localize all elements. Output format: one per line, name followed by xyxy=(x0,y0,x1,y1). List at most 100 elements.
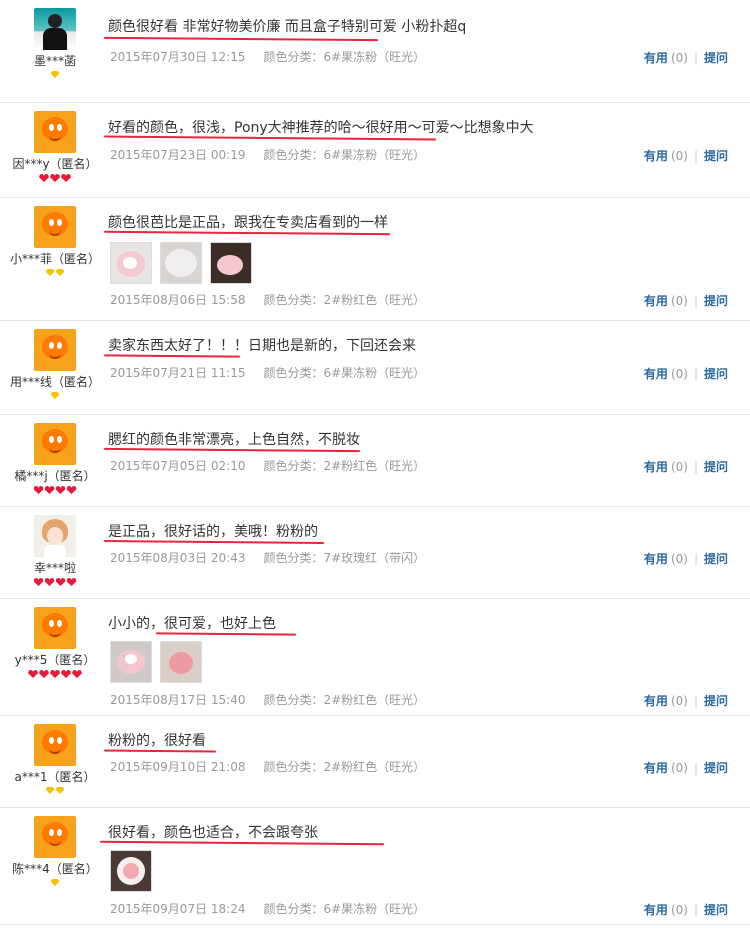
heart-icon xyxy=(39,670,49,678)
diamond-icon xyxy=(50,879,60,886)
review-photo[interactable] xyxy=(160,242,202,284)
highlight-underline xyxy=(103,354,241,358)
useful-count: (0) xyxy=(670,149,688,163)
highlight-underline xyxy=(103,749,217,753)
review-date: 2015年08月06日 15:58 xyxy=(110,293,246,307)
divider: | xyxy=(693,694,698,708)
heart-icon xyxy=(28,670,38,678)
avatar[interactable] xyxy=(34,111,76,153)
username[interactable]: 幸***啦 xyxy=(0,559,110,576)
review-photo[interactable] xyxy=(110,641,152,683)
heart-icon xyxy=(61,670,71,678)
heart-icon xyxy=(66,486,77,494)
avatar[interactable] xyxy=(34,8,76,50)
review-item: 幸***啦 是正品，很好话的，美哦！粉粉的 2015年08月03日 20:43 颜… xyxy=(0,507,750,599)
reviewer: 墨***菡 xyxy=(0,8,110,81)
ask-button[interactable]: 提问 xyxy=(704,903,728,917)
ask-button[interactable]: 提问 xyxy=(704,294,728,308)
sku-info: 颜色分类：6#果冻粉（旺光） xyxy=(263,366,426,380)
heart-icon xyxy=(55,578,66,586)
reviewer: y***5（匿名） xyxy=(0,607,110,680)
diamond-icon xyxy=(45,787,55,794)
review-photo[interactable] xyxy=(210,242,252,284)
sku-info: 颜色分类：6#果冻粉（旺光） xyxy=(263,902,426,916)
reviewer: 陈***4（匿名） xyxy=(0,816,110,889)
ask-button[interactable]: 提问 xyxy=(704,761,728,775)
reviewer: 橘***j（匿名） xyxy=(0,423,110,496)
credit-badges xyxy=(0,578,110,588)
username[interactable]: 因***y（匿名） xyxy=(0,155,110,172)
useful-count: (0) xyxy=(670,294,688,308)
useful-button[interactable]: 有用 xyxy=(644,903,668,917)
diamond-icon xyxy=(50,392,60,399)
divider: | xyxy=(693,903,698,917)
review-photo[interactable] xyxy=(110,850,152,892)
credit-badges xyxy=(0,174,110,184)
useful-button[interactable]: 有用 xyxy=(644,761,668,775)
avatar[interactable] xyxy=(34,206,76,248)
divider: | xyxy=(693,51,698,65)
ask-button[interactable]: 提问 xyxy=(704,367,728,381)
review-text: 卖家东西太好了！！！日期也是新的，下回还会来 xyxy=(108,338,416,354)
username[interactable]: 陈***4（匿名） xyxy=(0,860,110,877)
username[interactable]: a***1（匿名） xyxy=(0,768,110,785)
heart-icon xyxy=(50,670,60,678)
review-list: 墨***菡 颜色很好看 非常好物美价廉 而且盒子特别可爱 小粉扑超q 2015年… xyxy=(0,0,750,925)
ask-button[interactable]: 提问 xyxy=(704,149,728,163)
ask-button[interactable]: 提问 xyxy=(704,460,728,474)
divider: | xyxy=(693,761,698,775)
review-item: 橘***j（匿名） 腮红的颜色非常漂亮，上色自然，不脱妆 2015年07月05日… xyxy=(0,415,750,507)
username[interactable]: 墨***菡 xyxy=(0,52,110,69)
useful-count: (0) xyxy=(670,694,688,708)
ask-button[interactable]: 提问 xyxy=(704,51,728,65)
review-photo[interactable] xyxy=(110,242,152,284)
avatar[interactable] xyxy=(34,816,76,858)
avatar[interactable] xyxy=(34,724,76,766)
heart-icon xyxy=(72,670,82,678)
username[interactable]: y***5（匿名） xyxy=(0,651,110,668)
useful-count: (0) xyxy=(670,51,688,65)
avatar[interactable] xyxy=(34,607,76,649)
review-date: 2015年09月10日 21:08 xyxy=(110,760,246,774)
highlight-underline xyxy=(155,632,297,636)
useful-button[interactable]: 有用 xyxy=(644,694,668,708)
ask-button[interactable]: 提问 xyxy=(704,694,728,708)
useful-button[interactable]: 有用 xyxy=(644,294,668,308)
sku-info: 颜色分类：2#粉红色（旺光） xyxy=(263,293,426,307)
heart-icon xyxy=(39,174,49,182)
credit-badges xyxy=(0,71,110,81)
sku-info: 颜色分类：7#玫瑰红（带闪） xyxy=(263,551,426,565)
heart-icon xyxy=(55,486,66,494)
review-date: 2015年07月05日 02:10 xyxy=(110,459,246,473)
review-photo[interactable] xyxy=(160,641,202,683)
username[interactable]: 小***菲（匿名） xyxy=(0,250,110,267)
divider: | xyxy=(693,149,698,163)
review-item: a***1（匿名） 粉粉的，很好看 2015年09月10日 21:08 颜色分类：… xyxy=(0,716,750,808)
avatar[interactable] xyxy=(34,423,76,465)
credit-badges xyxy=(0,486,110,496)
useful-button[interactable]: 有用 xyxy=(644,460,668,474)
useful-count: (0) xyxy=(670,460,688,474)
useful-button[interactable]: 有用 xyxy=(644,51,668,65)
useful-count: (0) xyxy=(670,367,688,381)
diamond-icon xyxy=(45,269,55,276)
useful-count: (0) xyxy=(670,552,688,566)
avatar[interactable] xyxy=(34,329,76,371)
review-date: 2015年08月03日 20:43 xyxy=(110,551,246,565)
username[interactable]: 橘***j（匿名） xyxy=(0,467,110,484)
credit-badges xyxy=(0,670,110,680)
review-text: 是正品，很好话的，美哦！粉粉的 xyxy=(108,524,318,540)
ask-button[interactable]: 提问 xyxy=(704,552,728,566)
useful-count: (0) xyxy=(670,903,688,917)
username[interactable]: 用***线（匿名） xyxy=(0,373,110,390)
review-date: 2015年07月21日 11:15 xyxy=(110,366,246,380)
useful-button[interactable]: 有用 xyxy=(644,149,668,163)
avatar[interactable] xyxy=(34,515,76,557)
useful-button[interactable]: 有用 xyxy=(644,367,668,381)
review-photos xyxy=(110,242,252,284)
useful-count: (0) xyxy=(670,761,688,775)
review-item: 用***线（匿名） 卖家东西太好了！！！日期也是新的，下回还会来 2015年07… xyxy=(0,321,750,415)
sku-info: 颜色分类：6#果冻粉（旺光） xyxy=(263,50,426,64)
useful-button[interactable]: 有用 xyxy=(644,552,668,566)
review-item: 陈***4（匿名） 很好看，颜色也适合，不会跟夸张 2015年09月07日 18… xyxy=(0,808,750,925)
